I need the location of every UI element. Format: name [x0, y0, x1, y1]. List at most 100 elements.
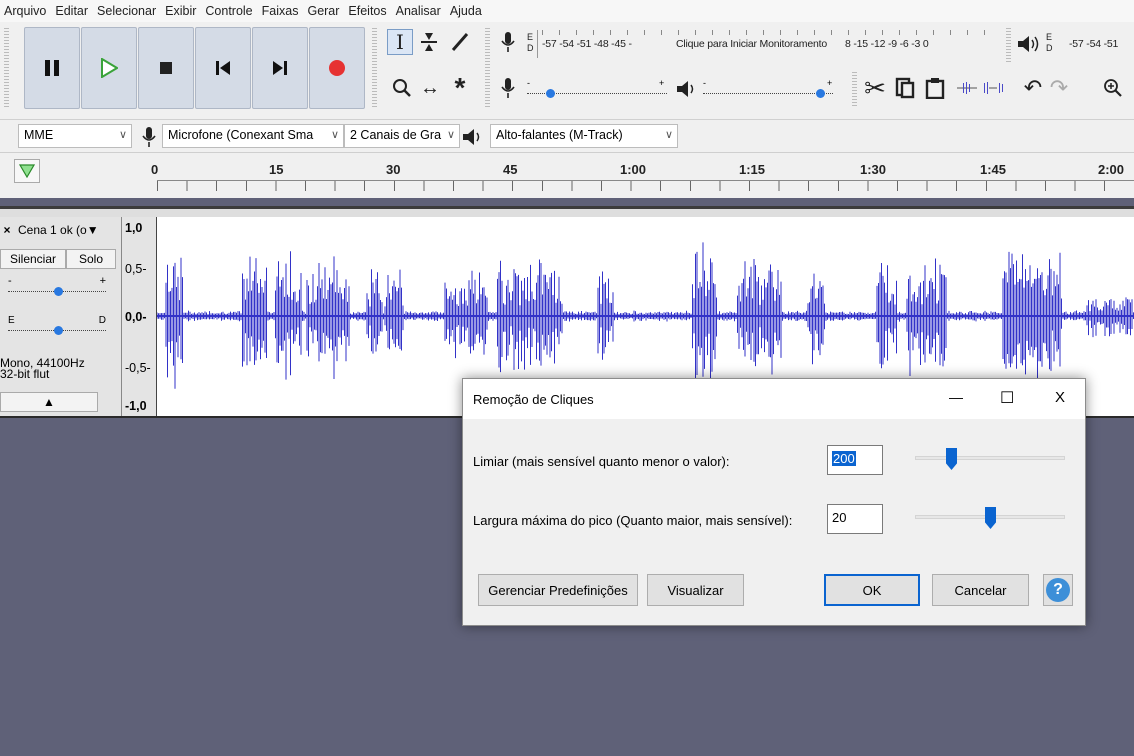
toolbar-grip[interactable] — [852, 72, 857, 108]
draw-tool-icon[interactable] — [447, 29, 473, 55]
track-control-panel: × Cena 1 ok (o▼ Silenciar Solo - + E D M… — [0, 217, 122, 416]
toolbar-grip[interactable] — [372, 28, 377, 108]
threshold-input[interactable]: 200 — [827, 445, 883, 475]
cancel-button[interactable]: Cancelar — [932, 574, 1029, 606]
preview-button[interactable]: Visualizar — [647, 574, 744, 606]
threshold-slider[interactable] — [915, 456, 1065, 460]
threshold-slider-thumb[interactable] — [946, 448, 957, 470]
stop-button[interactable] — [138, 27, 194, 109]
output-volume-thumb[interactable] — [816, 89, 825, 98]
vruler-label: -1,0 — [125, 399, 147, 413]
ruler-minor-ticks — [157, 181, 1134, 191]
tick-label: 30 — [386, 162, 401, 177]
silence-audio-icon[interactable] — [980, 75, 1006, 101]
recording-device-mic-icon — [136, 124, 162, 150]
audio-host-select[interactable]: MME ∨ — [18, 124, 132, 148]
zoom-in-icon[interactable] — [1100, 75, 1126, 101]
ok-button[interactable]: OK — [824, 574, 920, 606]
menu-item-analisar[interactable]: Analisar — [396, 4, 441, 18]
menu-item-ajuda[interactable]: Ajuda — [450, 4, 482, 18]
record-meter[interactable]: -57 -54 -51 -48 -45 - Clique para Inicia… — [537, 30, 995, 58]
recording-channels-value: 2 Canais de Gra — [350, 128, 442, 142]
click-removal-dialog: Remoção de Cliques — ☐ X Limiar (mais se… — [462, 378, 1086, 626]
threshold-label: Limiar (mais sensível quanto menor o val… — [473, 454, 730, 469]
menu-item-editar[interactable]: Editar — [55, 4, 88, 18]
toolbar-grip[interactable] — [485, 28, 490, 108]
playback-device-select[interactable]: Alto-falantes (M-Track) ∨ — [490, 124, 678, 148]
undo-icon[interactable]: ↶ — [1020, 75, 1046, 101]
menu-item-gerar[interactable]: Gerar — [307, 4, 339, 18]
vruler-label: 0,5- — [125, 262, 147, 276]
toolbar-grip[interactable] — [4, 28, 9, 108]
help-button[interactable]: ? — [1043, 574, 1073, 606]
meter-channel-label-d: D — [527, 43, 534, 53]
zoom-tool-icon[interactable] — [389, 75, 415, 101]
manage-presets-button[interactable]: Gerenciar Predefinições — [478, 574, 638, 606]
timeline-ruler[interactable]: 0 15 30 45 1:00 1:15 1:30 1:45 2:00 — [0, 152, 1134, 198]
dialog-titlebar[interactable]: Remoção de Cliques — ☐ X — [463, 379, 1085, 419]
time-shift-tool-icon[interactable]: ↔ — [417, 75, 443, 101]
redo-icon[interactable]: ↷ — [1046, 75, 1072, 101]
track-info: Mono, 44100Hz 32-bit flut — [0, 357, 85, 380]
pinned-play-head-button[interactable] — [14, 159, 40, 183]
copy-icon[interactable] — [892, 75, 918, 101]
close-button[interactable]: X — [1055, 389, 1065, 406]
pan-left-label: E — [8, 315, 15, 326]
cut-icon[interactable]: ✂ — [862, 73, 888, 103]
tick-label: 1:00 — [620, 162, 647, 177]
menu-item-arquivo[interactable]: Arquivo — [4, 4, 46, 18]
output-volume-slider[interactable]: - + — [703, 78, 843, 98]
max-spike-width-slider-thumb[interactable] — [985, 507, 996, 529]
chevron-down-icon: ∨ — [118, 129, 127, 141]
pan-slider[interactable]: E D — [8, 315, 106, 335]
record-button[interactable] — [309, 27, 365, 109]
tick-label: 45 — [503, 162, 518, 177]
track-header: × Cena 1 ok (o▼ — [0, 221, 120, 239]
gain-slider[interactable]: - + — [8, 275, 106, 297]
menu-item-faixas[interactable]: Faixas — [262, 4, 299, 18]
pan-thumb[interactable] — [54, 326, 63, 335]
menu-item-efeitos[interactable]: Efeitos — [348, 4, 386, 18]
envelope-tool-icon[interactable] — [416, 29, 442, 55]
record-meter-scale-right: 8 -15 -12 -9 -6 -3 0 — [845, 38, 929, 50]
menu-item-exibir[interactable]: Exibir — [165, 4, 196, 18]
menu-item-controle[interactable]: Controle — [205, 4, 252, 18]
trim-audio-icon[interactable] — [954, 75, 980, 101]
chevron-down-icon: ∨ — [330, 129, 339, 141]
playback-device-value: Alto-falantes (M-Track) — [496, 128, 623, 142]
solo-button[interactable]: Solo — [66, 249, 116, 269]
input-volume-thumb[interactable] — [546, 89, 555, 98]
play-head-triangle-icon — [19, 164, 35, 178]
track-name-menu[interactable]: Cena 1 ok (o▼ — [18, 223, 99, 237]
recording-channels-select[interactable]: 2 Canais de Gra ∨ — [344, 124, 460, 148]
skip-to-start-icon — [216, 61, 230, 75]
mute-button[interactable]: Silenciar — [0, 249, 66, 269]
max-spike-width-input[interactable]: 20 — [827, 504, 883, 534]
record-meter-prompt[interactable]: Clique para Iniciar Monitoramento — [676, 38, 827, 50]
paste-icon[interactable] — [922, 75, 948, 101]
recording-device-select[interactable]: Microfone (Conexant Sma ∨ — [162, 124, 344, 148]
play-button[interactable] — [81, 27, 137, 109]
skip-to-end-button[interactable] — [252, 27, 308, 109]
tick-label: 1:45 — [980, 162, 1007, 177]
skip-to-start-button[interactable] — [195, 27, 251, 109]
tick-label: 2:00 — [1098, 162, 1125, 177]
chevron-down-icon: ∨ — [664, 129, 673, 141]
toolbar-grip[interactable] — [1006, 28, 1011, 64]
gain-minus-label: - — [8, 275, 12, 287]
menu-item-selecionar[interactable]: Selecionar — [97, 4, 156, 18]
collapse-track-button[interactable]: ▲ — [0, 392, 98, 412]
track-close-button[interactable]: × — [0, 223, 14, 237]
input-volume-slider[interactable]: - + — [527, 78, 671, 98]
maximize-button[interactable]: ☐ — [1000, 388, 1014, 408]
output-volume-speaker-icon — [674, 76, 700, 102]
selection-tool-icon[interactable]: I — [387, 29, 413, 55]
device-toolbar: MME ∨ Microfone (Conexant Sma ∨ 2 Canais d… — [0, 119, 1134, 152]
help-icon: ? — [1046, 578, 1070, 602]
vruler-label: 0,0- — [125, 310, 147, 324]
multi-tool-icon[interactable]: * — [447, 72, 473, 103]
play-icon — [101, 58, 118, 78]
pause-button[interactable] — [24, 27, 80, 109]
gain-thumb[interactable] — [54, 287, 63, 296]
minimize-button[interactable]: — — [949, 389, 963, 405]
